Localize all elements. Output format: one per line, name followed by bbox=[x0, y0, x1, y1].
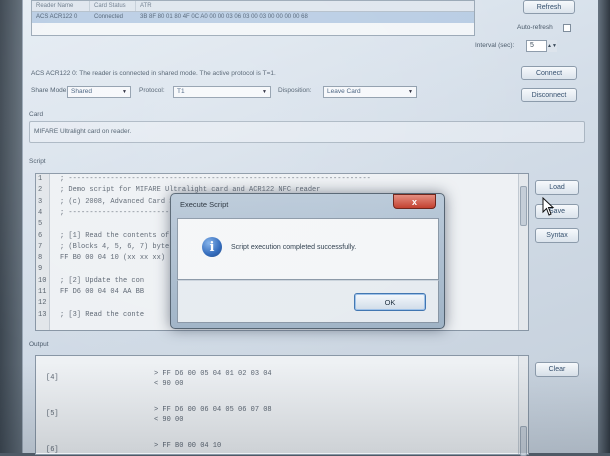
reader-name-cell: ACS ACR122 0 bbox=[36, 14, 78, 20]
output-group-label: Output bbox=[29, 341, 49, 348]
card-status-cell: Connected bbox=[94, 14, 124, 20]
share-mode-label: Share Mode: bbox=[31, 87, 69, 94]
execute-script-dialog: Execute Script x i Script execution comp… bbox=[170, 193, 445, 329]
line-number: 3 bbox=[38, 197, 43, 206]
protocol-value: T1 bbox=[177, 88, 185, 95]
column-card-status[interactable]: Card Status bbox=[90, 1, 136, 11]
output-scroll-thumb[interactable] bbox=[520, 426, 527, 456]
chevron-down-icon: ▼ bbox=[122, 89, 127, 95]
spinner-arrows-icon: ▲▼ bbox=[547, 43, 557, 49]
card-info-text: MIFARE Ultralight card on reader. bbox=[34, 128, 132, 135]
reader-list[interactable]: Reader Name Card Status ATR ACS ACR122 0… bbox=[31, 0, 475, 36]
connect-button[interactable]: Connect bbox=[521, 66, 577, 80]
output-response: < 90 00 bbox=[154, 380, 184, 388]
disposition-label: Disposition: bbox=[278, 87, 312, 94]
disposition-select[interactable]: Leave Card ▼ bbox=[323, 86, 417, 98]
line-number: 12 bbox=[38, 299, 47, 308]
dialog-body: i Script execution completed successfull… bbox=[177, 218, 439, 280]
close-button[interactable]: x bbox=[393, 194, 436, 209]
line-number: 4 bbox=[38, 208, 43, 217]
disposition-value: Leave Card bbox=[327, 88, 361, 95]
ok-button[interactable]: OK bbox=[354, 293, 426, 311]
auto-refresh-label: Auto-refresh bbox=[517, 24, 553, 31]
script-code: FF D6 00 04 04 AA BB bbox=[60, 288, 145, 296]
line-number: 6 bbox=[38, 231, 43, 240]
script-code: FF B0 00 04 10 (xx xx xx) bbox=[60, 254, 166, 263]
clear-button[interactable]: Clear bbox=[535, 362, 579, 377]
atr-cell: 3B 8F 80 01 80 4F 0C A0 00 00 03 06 03 0… bbox=[140, 14, 308, 20]
share-mode-select[interactable]: Shared ▼ bbox=[67, 86, 131, 98]
script-code: ; [3] Read the conte bbox=[60, 310, 145, 319]
line-number: 11 bbox=[38, 288, 47, 296]
interval-spinner[interactable]: ▲▼ bbox=[546, 40, 557, 52]
script-code: ; (Blocks 4, 5, 6, 7) bytes) bbox=[60, 242, 178, 251]
line-number: 9 bbox=[38, 265, 43, 274]
protocol-label: Protocol: bbox=[139, 87, 165, 94]
chevron-down-icon: ▼ bbox=[408, 89, 413, 95]
output-entry-tag: [5] bbox=[46, 410, 59, 418]
refresh-button[interactable]: Refresh bbox=[523, 0, 575, 14]
mouse-cursor-icon bbox=[542, 197, 555, 216]
dialog-footer: OK bbox=[177, 280, 439, 323]
info-icon: i bbox=[202, 237, 222, 257]
dialog-message: Script execution completed successfully. bbox=[231, 244, 357, 251]
protocol-select[interactable]: T1 ▼ bbox=[173, 86, 271, 98]
line-number: 5 bbox=[38, 220, 43, 229]
output-command: > FF D6 00 06 04 05 06 07 08 bbox=[154, 406, 272, 414]
script-code: ; [2] Update the con bbox=[60, 276, 145, 285]
output-entry-tag: [4] bbox=[46, 374, 59, 382]
line-number: 8 bbox=[38, 254, 43, 263]
output-log[interactable]: [4] > FF D6 00 05 04 01 02 03 04 < 90 00 [5… bbox=[35, 355, 529, 456]
column-atr[interactable]: ATR bbox=[136, 1, 336, 11]
column-reader-name[interactable]: Reader Name bbox=[32, 1, 90, 11]
script-group-label: Script bbox=[29, 158, 46, 165]
auto-refresh-checkbox[interactable] bbox=[563, 24, 571, 32]
script-scroll-thumb[interactable] bbox=[520, 186, 527, 226]
output-command: > FF D6 00 05 04 01 02 03 04 bbox=[154, 370, 272, 378]
output-scrollbar[interactable] bbox=[518, 356, 528, 456]
output-response: < 90 00 bbox=[154, 416, 184, 424]
close-icon: x bbox=[411, 196, 417, 207]
share-mode-value: Shared bbox=[71, 88, 92, 95]
script-code: ; [1] Read the contents of bbox=[60, 231, 170, 240]
output-command: > FF B0 00 04 10 bbox=[154, 442, 222, 450]
syntax-button[interactable]: Syntax bbox=[535, 228, 579, 243]
card-group-label: Card bbox=[29, 111, 44, 118]
script-scrollbar[interactable] bbox=[518, 174, 528, 330]
card-groupbox: MIFARE Ultralight card on reader. bbox=[29, 121, 585, 143]
chevron-down-icon: ▼ bbox=[262, 89, 267, 95]
line-number: 7 bbox=[38, 242, 43, 251]
interval-label: Interval (sec): bbox=[475, 42, 515, 49]
dialog-title: Execute Script bbox=[180, 200, 229, 209]
connection-status-text: ACS ACR122 0: The reader is connected in… bbox=[31, 70, 276, 77]
script-code: ; --------------------------------------… bbox=[60, 175, 371, 183]
reader-row[interactable]: ACS ACR122 0 Connected 3B 8F 80 01 80 4F… bbox=[32, 12, 474, 23]
disconnect-button[interactable]: Disconnect bbox=[521, 88, 577, 102]
line-number: 10 bbox=[38, 276, 47, 285]
load-button[interactable]: Load bbox=[535, 180, 579, 195]
monitor-bezel-right bbox=[596, 0, 610, 453]
reader-list-header: Reader Name Card Status ATR bbox=[32, 1, 474, 12]
line-number: 1 bbox=[38, 175, 43, 183]
line-number: 2 bbox=[38, 186, 43, 195]
line-number: 13 bbox=[38, 310, 47, 319]
